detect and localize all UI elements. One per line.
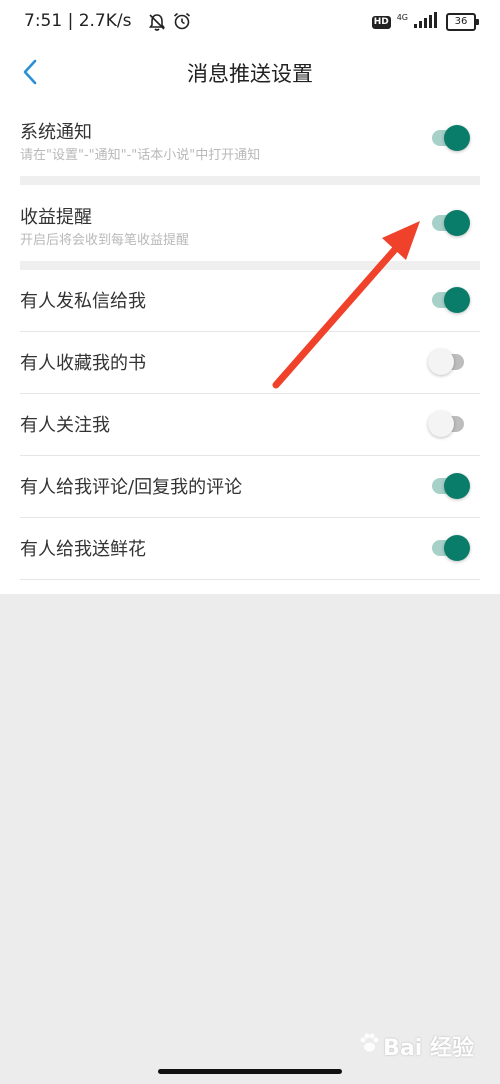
toggle-knob	[444, 287, 470, 313]
setting-description: 开启后将会收到每笔收益提醒	[20, 233, 190, 248]
toggle-knob	[444, 125, 470, 151]
network-type: 4G	[396, 13, 408, 22]
setting-label: 有人给我评论/回复我的评论	[20, 477, 243, 498]
mute-icon	[147, 12, 167, 36]
toggle-knob	[444, 210, 470, 236]
private-message-toggle[interactable]	[432, 287, 470, 313]
flowers-received-toggle[interactable]	[432, 535, 470, 561]
battery-icon: 36	[446, 13, 479, 31]
system-notification-toggle[interactable]	[432, 125, 470, 151]
watermark: Bai 经验	[357, 1030, 474, 1062]
settings-list: 系统通知 请在"设置"-"通知"-"话本小说"中打开通知 收益提醒 开启后将会收…	[0, 100, 500, 594]
status-bar: 7:51 | 2.7K/s HD 4G 36	[0, 0, 500, 44]
comment-reply-toggle[interactable]	[432, 473, 470, 499]
section-divider	[20, 261, 480, 270]
hd-badge: HD	[371, 15, 391, 29]
watermark-text: Bai 经验	[383, 1036, 474, 1061]
toggle-knob	[428, 411, 454, 437]
setting-private-message: 有人发私信给我	[0, 270, 500, 331]
setting-label: 有人发私信给我	[20, 291, 146, 312]
toggle-knob	[428, 349, 454, 375]
setting-book-favorited: 有人收藏我的书	[0, 332, 500, 393]
home-indicator	[158, 1069, 342, 1074]
app-header: 消息推送设置	[0, 44, 500, 100]
setting-description: 请在"设置"-"通知"-"话本小说"中打开通知	[20, 148, 261, 163]
book-favorited-toggle[interactable]	[428, 349, 464, 375]
new-follower-toggle[interactable]	[428, 411, 464, 437]
setting-label: 收益提醒	[20, 207, 92, 228]
setting-system-notification: 系统通知 请在"设置"-"通知"-"话本小说"中打开通知	[0, 100, 500, 176]
setting-earnings-reminder: 收益提醒 开启后将会收到每笔收益提醒	[0, 185, 500, 261]
setting-label: 系统通知	[20, 122, 92, 143]
alarm-icon	[172, 11, 192, 35]
paw-icon	[357, 1031, 381, 1061]
toggle-knob	[444, 535, 470, 561]
list-bottom-padding	[0, 580, 500, 594]
setting-comment-reply: 有人给我评论/回复我的评论	[0, 456, 500, 517]
signal-icon	[414, 12, 440, 32]
setting-flowers-received: 有人给我送鲜花	[0, 518, 500, 579]
section-divider	[20, 176, 480, 185]
earnings-reminder-toggle[interactable]	[432, 210, 470, 236]
setting-label: 有人给我送鲜花	[20, 539, 146, 560]
status-icons: HD 4G 36	[371, 11, 479, 33]
page-title: 消息推送设置	[187, 62, 313, 86]
setting-new-follower: 有人关注我	[0, 394, 500, 455]
setting-label: 有人收藏我的书	[20, 353, 146, 374]
toggle-knob	[444, 473, 470, 499]
status-time: 7:51 | 2.7K/s	[24, 11, 132, 31]
setting-label: 有人关注我	[20, 415, 110, 436]
